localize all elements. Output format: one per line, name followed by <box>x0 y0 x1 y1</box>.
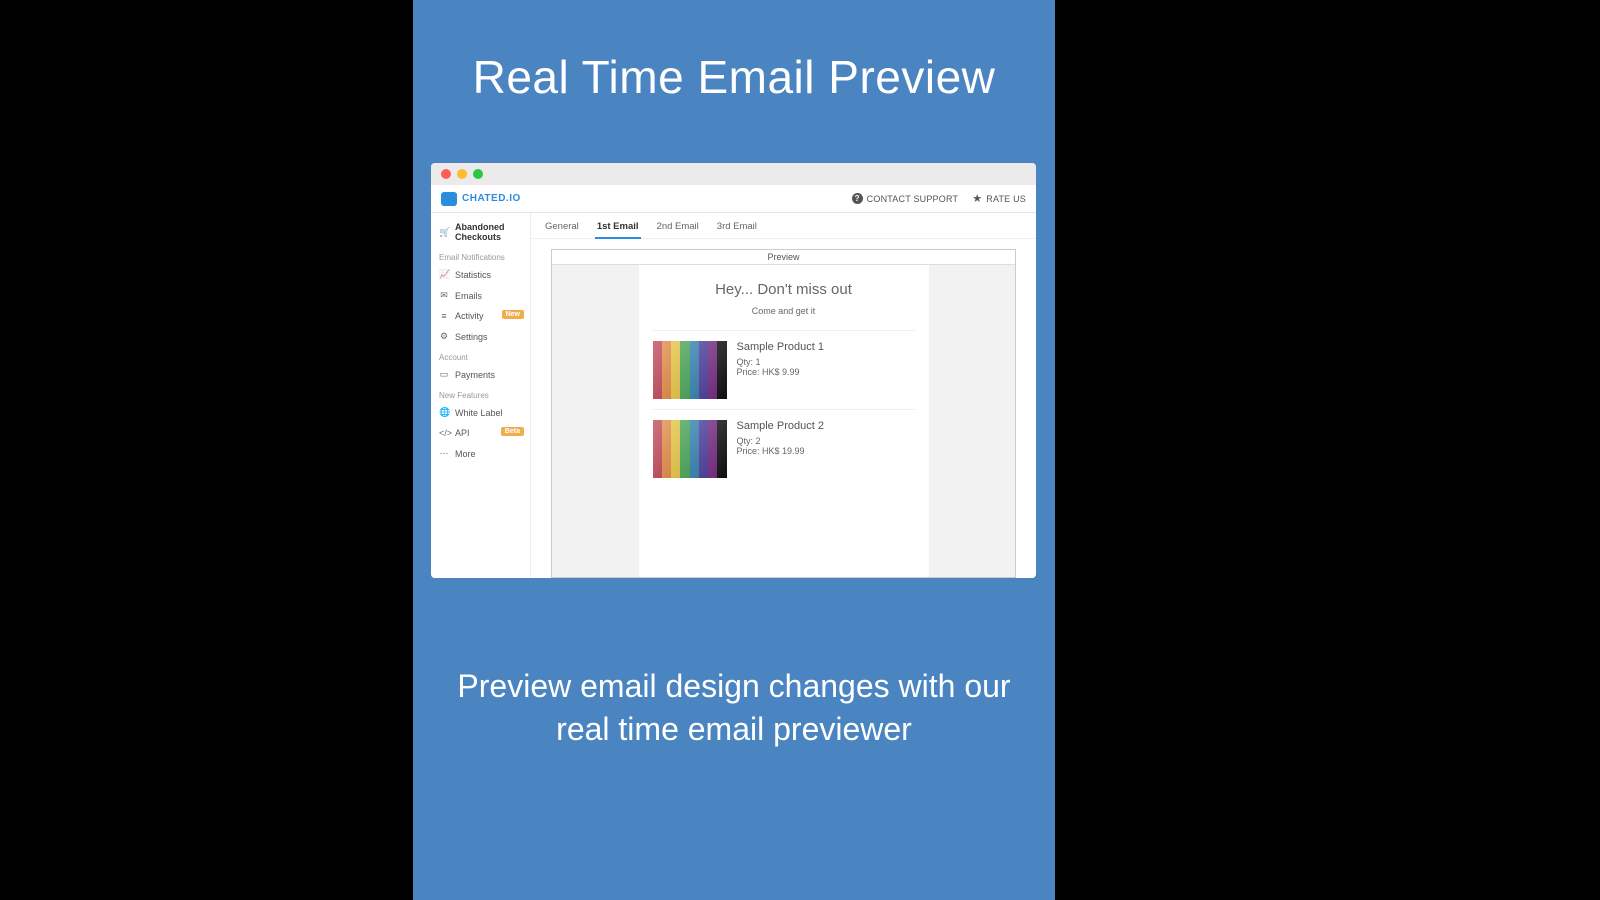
product-thumbnail <box>653 420 727 478</box>
list-icon: ≡ <box>439 311 449 321</box>
brand-logo[interactable]: CHATED.IO <box>441 192 521 206</box>
new-badge: New <box>502 310 524 319</box>
gear-icon: ⚙ <box>439 331 449 342</box>
sidebar-item-settings[interactable]: ⚙ Settings <box>431 326 530 347</box>
sidebar-item-label: More <box>455 449 476 459</box>
sidebar-item-label: White Label <box>455 408 503 418</box>
product-qty: Qty: 1 <box>737 357 824 367</box>
product-row: Sample Product 2 Qty: 2 Price: HK$ 19.99 <box>653 409 915 488</box>
product-info: Sample Product 1 Qty: 1 Price: HK$ 9.99 <box>737 341 824 399</box>
sidebar-item-abandoned-checkouts[interactable]: 🛒 Abandoned Checkouts <box>431 217 530 247</box>
tab-1st-email[interactable]: 1st Email <box>597 221 639 238</box>
sidebar-item-statistics[interactable]: 📈 Statistics <box>431 264 530 285</box>
rate-us-label: RATE US <box>986 194 1026 204</box>
product-name: Sample Product 2 <box>737 420 824 432</box>
contact-support-link[interactable]: ? CONTACT SUPPORT <box>852 193 959 204</box>
code-icon: </> <box>439 428 449 438</box>
tab-2nd-email[interactable]: 2nd Email <box>657 221 699 238</box>
chat-bubble-icon <box>441 192 457 206</box>
product-thumbnail <box>653 341 727 399</box>
sidebar-item-activity[interactable]: ≡ Activity New <box>431 306 530 326</box>
sidebar-item-payments[interactable]: ▭ Payments <box>431 364 530 385</box>
product-name: Sample Product 1 <box>737 341 824 353</box>
sidebar-section-account: Account <box>431 347 530 364</box>
sidebar-item-white-label[interactable]: 🌐 White Label <box>431 402 530 423</box>
sidebar-item-emails[interactable]: ✉ Emails <box>431 285 530 306</box>
globe-icon: 🌐 <box>439 407 449 418</box>
app-screenshot-card: CHATED.IO ? CONTACT SUPPORT ★ RATE US 🛒 … <box>431 163 1036 578</box>
mac-titlebar <box>431 163 1036 185</box>
promo-subtitle: Preview email design changes with our re… <box>413 665 1055 751</box>
card-icon: ▭ <box>439 369 449 380</box>
sidebar-section-new-features: New Features <box>431 385 530 402</box>
email-body: Hey... Don't miss out Come and get it Sa… <box>639 265 929 577</box>
close-icon[interactable] <box>441 169 451 179</box>
promo-title: Real Time Email Preview <box>413 50 1055 104</box>
product-row: Sample Product 1 Qty: 1 Price: HK$ 9.99 <box>653 330 915 409</box>
star-icon: ★ <box>972 192 982 205</box>
preview-label: Preview <box>552 250 1015 265</box>
sidebar-item-api[interactable]: </> API Beta <box>431 423 530 443</box>
maximize-icon[interactable] <box>473 169 483 179</box>
email-headline: Hey... Don't miss out <box>653 281 915 298</box>
rate-us-link[interactable]: ★ RATE US <box>972 192 1026 205</box>
preview-area: Preview Hey... Don't miss out Come and g… <box>531 239 1036 578</box>
chart-icon: 📈 <box>439 269 449 280</box>
sidebar-item-more[interactable]: ⋯ More <box>431 443 530 464</box>
main-panel: General 1st Email 2nd Email 3rd Email Pr… <box>531 213 1036 578</box>
sidebar-item-label: Payments <box>455 370 495 380</box>
help-icon: ? <box>852 193 863 204</box>
envelope-icon: ✉ <box>439 290 449 301</box>
tab-bar: General 1st Email 2nd Email 3rd Email <box>531 213 1036 239</box>
contact-support-label: CONTACT SUPPORT <box>867 194 959 204</box>
sidebar-item-label: Emails <box>455 291 482 301</box>
beta-badge: Beta <box>501 427 524 436</box>
product-price: Price: HK$ 19.99 <box>737 446 824 456</box>
sidebar-item-label: Statistics <box>455 270 491 280</box>
sidebar: 🛒 Abandoned Checkouts Email Notification… <box>431 213 531 578</box>
sidebar-item-label: API <box>455 428 470 438</box>
tab-general[interactable]: General <box>545 221 579 238</box>
sidebar-section-email: Email Notifications <box>431 247 530 264</box>
email-subline: Come and get it <box>653 306 915 316</box>
sidebar-item-label: Abandoned Checkouts <box>455 222 522 242</box>
top-bar: CHATED.IO ? CONTACT SUPPORT ★ RATE US <box>431 185 1036 213</box>
product-price: Price: HK$ 9.99 <box>737 367 824 377</box>
sidebar-item-label: Settings <box>455 332 488 342</box>
preview-box: Preview Hey... Don't miss out Come and g… <box>551 249 1016 578</box>
sidebar-item-label: Activity <box>455 311 484 321</box>
app-frame: CHATED.IO ? CONTACT SUPPORT ★ RATE US 🛒 … <box>431 185 1036 578</box>
brand-text: CHATED.IO <box>462 193 521 204</box>
product-qty: Qty: 2 <box>737 436 824 446</box>
preview-canvas: Hey... Don't miss out Come and get it Sa… <box>552 265 1015 577</box>
promo-panel: Real Time Email Preview CHATED.IO ? CONT… <box>413 0 1055 900</box>
tab-3rd-email[interactable]: 3rd Email <box>717 221 757 238</box>
ellipsis-icon: ⋯ <box>439 448 449 459</box>
minimize-icon[interactable] <box>457 169 467 179</box>
cart-icon: 🛒 <box>439 227 449 238</box>
product-info: Sample Product 2 Qty: 2 Price: HK$ 19.99 <box>737 420 824 478</box>
